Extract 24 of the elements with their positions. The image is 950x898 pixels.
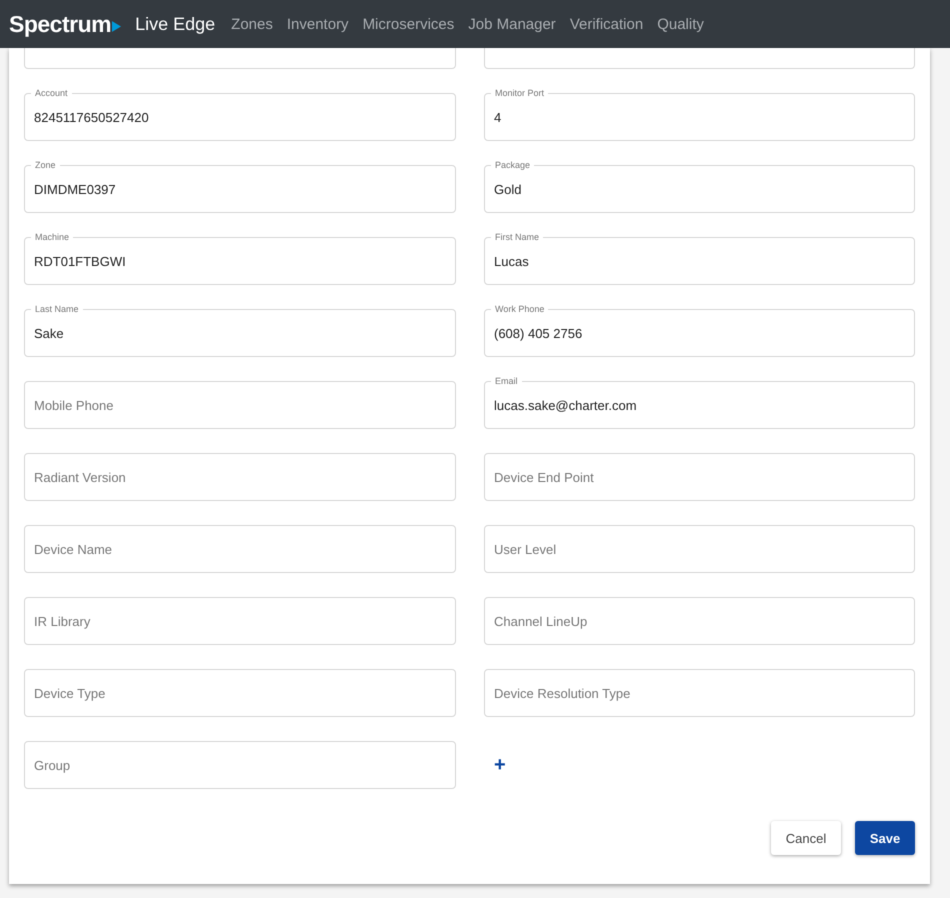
text-field[interactable]: [484, 48, 915, 69]
brand-logo[interactable]: Spectrum: [9, 10, 122, 38]
text-field[interactable]: Device End Point: [484, 453, 915, 501]
text-field[interactable]: Device Name: [24, 525, 456, 573]
nav-link[interactable]: Job Manager: [468, 16, 556, 32]
text-field[interactable]: Device Resolution Type: [484, 669, 915, 717]
nav-link[interactable]: Zones: [231, 16, 273, 32]
nav-link[interactable]: Inventory: [286, 16, 349, 32]
app-title[interactable]: Live Edge: [135, 14, 216, 34]
text-field[interactable]: User Level: [484, 525, 915, 573]
nav-link[interactable]: Quality: [657, 16, 704, 32]
add-button[interactable]: +: [490, 754, 510, 776]
text-field[interactable]: Mobile Phone: [24, 381, 456, 429]
cancel-button[interactable]: Cancel: [771, 821, 841, 855]
text-field[interactable]: Group: [24, 741, 456, 789]
text-field[interactable]: IR Library: [24, 597, 456, 645]
nav-link[interactable]: Microservices: [362, 16, 454, 32]
save-button[interactable]: Save: [855, 821, 915, 855]
nav-link[interactable]: Verification: [570, 16, 644, 32]
triangle-icon: [112, 20, 122, 32]
text-field[interactable]: Radiant Version: [24, 453, 456, 501]
text-field[interactable]: [24, 48, 456, 69]
text-field[interactable]: Channel LineUp: [484, 597, 915, 645]
text-field[interactable]: Device Type: [24, 669, 456, 717]
